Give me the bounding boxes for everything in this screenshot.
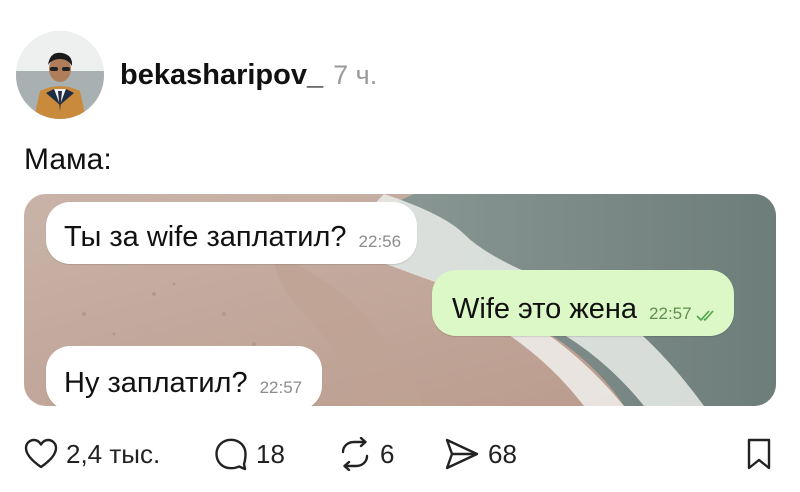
message-text: Ты за wife заплатил? bbox=[64, 221, 347, 253]
comment-icon bbox=[215, 438, 247, 471]
avatar-photo bbox=[16, 31, 104, 119]
message-time: 22:57 bbox=[649, 304, 692, 323]
comment-button[interactable]: 18 bbox=[214, 434, 285, 474]
bookmark-icon bbox=[747, 438, 771, 470]
repost-button[interactable]: 6 bbox=[338, 434, 394, 474]
post-header: bekasharipov_ 7 ч. bbox=[16, 30, 377, 120]
like-button[interactable]: 2,4 тыс. bbox=[24, 434, 160, 474]
message-text: Wife это жена bbox=[452, 293, 638, 325]
share-button[interactable]: 68 bbox=[444, 434, 517, 474]
comment-count: 18 bbox=[256, 438, 285, 469]
repost-icon bbox=[341, 437, 369, 471]
post-time: 7 ч. bbox=[333, 59, 378, 90]
message-time: 22:56 bbox=[358, 232, 402, 251]
outgoing-message-bubble: Wife это жена 22:57 bbox=[432, 270, 734, 336]
incoming-message-bubble: Ты за wife заплатил? 22:56 bbox=[46, 202, 418, 264]
read-check-icon bbox=[696, 310, 714, 322]
heart-icon bbox=[24, 438, 58, 469]
avatar[interactable] bbox=[16, 31, 104, 119]
share-icon bbox=[445, 438, 479, 470]
share-count: 68 bbox=[488, 438, 517, 469]
like-count: 2,4 тыс. bbox=[66, 438, 161, 469]
message-time: 22:57 bbox=[259, 378, 303, 397]
bookmark-button[interactable] bbox=[746, 434, 772, 474]
post-image[interactable]: Ты за wife заплатил? 22:56 Wife это жена… bbox=[24, 194, 776, 406]
repost-count: 6 bbox=[380, 438, 395, 469]
action-bar: 2,4 тыс. 18 6 68 bbox=[24, 434, 776, 474]
message-text: Ну заплатил? bbox=[64, 367, 248, 399]
incoming-message-bubble: Ну заплатил? 22:57 bbox=[46, 346, 323, 406]
username[interactable]: bekasharipov_ bbox=[120, 59, 323, 92]
post-caption: Мама: bbox=[24, 143, 112, 176]
